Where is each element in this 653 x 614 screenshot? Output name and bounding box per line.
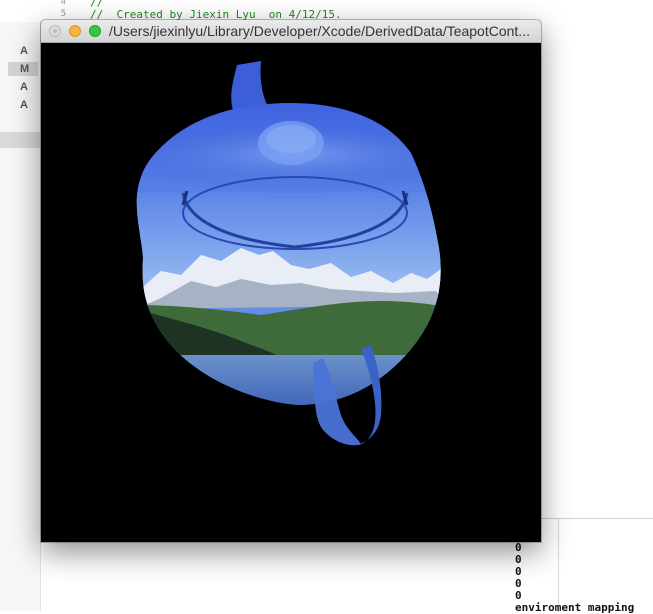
- source-control-gutter: A M A A: [0, 22, 41, 611]
- status-badge[interactable]: A: [8, 80, 38, 94]
- pane-divider[interactable]: [558, 519, 559, 612]
- selected-row-highlight: [0, 132, 40, 148]
- render-canvas[interactable]: [41, 43, 541, 542]
- close-button[interactable]: [49, 25, 61, 37]
- status-badge[interactable]: M: [8, 62, 38, 76]
- teapot-body: [136, 103, 441, 405]
- line-number: 4: [60, 0, 66, 7]
- window-title: /Users/jiexinlyu/Library/Developer/Xcode…: [109, 23, 530, 39]
- console-output-line: enviroment mapping: [515, 601, 635, 614]
- zoom-button[interactable]: [89, 25, 101, 37]
- opengl-window[interactable]: /Users/jiexinlyu/Library/Developer/Xcode…: [41, 20, 541, 542]
- editor-area: 4 // 5 // Created by Jiexin Lyu on 4/12/…: [0, 0, 653, 22]
- window-titlebar[interactable]: /Users/jiexinlyu/Library/Developer/Xcode…: [41, 20, 541, 43]
- minimize-button[interactable]: [69, 25, 81, 37]
- status-badge[interactable]: A: [8, 98, 38, 112]
- status-badge[interactable]: A: [8, 44, 38, 58]
- line-number: 5: [60, 9, 66, 19]
- environment-reflection: [136, 133, 441, 405]
